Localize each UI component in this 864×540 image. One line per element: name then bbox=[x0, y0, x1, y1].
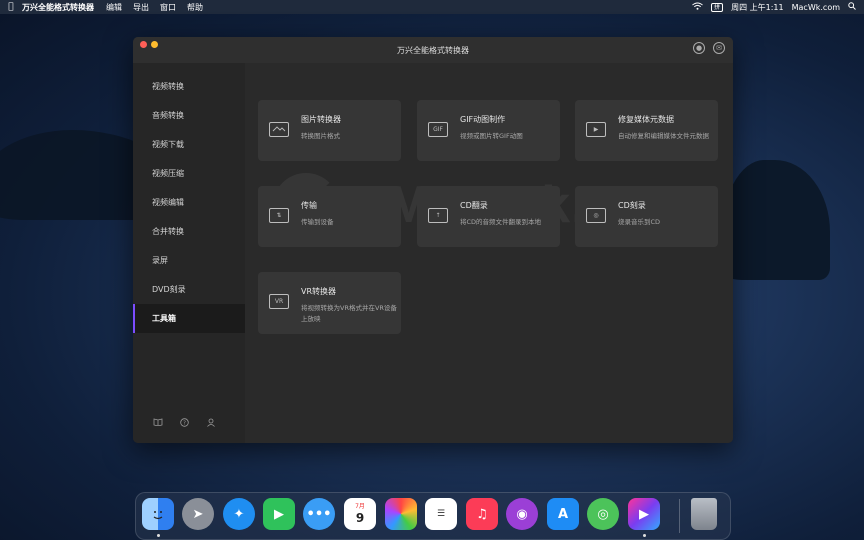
title-bar: 万兴全能格式转换器 ● ✉ bbox=[133, 37, 733, 63]
sidebar-item-video-compress[interactable]: 视频压缩 bbox=[133, 159, 245, 188]
menu-help[interactable]: 帮助 bbox=[187, 2, 203, 13]
sidebar: 视频转换 音频转换 视频下载 视频压缩 视频编辑 合并转换 录屏 DVD刻录 工… bbox=[133, 63, 246, 443]
tool-desc: 烧录音乐到CD bbox=[618, 218, 661, 226]
metadata-icon: ▶ bbox=[586, 122, 606, 137]
finder-icon[interactable] bbox=[142, 498, 174, 530]
sidebar-item-video-convert[interactable]: 视频转换 bbox=[133, 72, 245, 101]
sidebar-footer: ? bbox=[153, 418, 216, 429]
sidebar-item-screen-record[interactable]: 录屏 bbox=[133, 246, 245, 275]
tool-card-gif-maker[interactable]: GIF GIF动图制作 视频或图片转GIF动图 bbox=[417, 100, 560, 161]
messages-icon[interactable]: ••• bbox=[303, 498, 335, 530]
clock[interactable]: 周四 上午1:11 bbox=[731, 2, 784, 13]
safari-icon[interactable]: ✦ bbox=[223, 498, 255, 530]
sidebar-item-video-edit[interactable]: 视频编辑 bbox=[133, 188, 245, 217]
tool-desc: 转换图片格式 bbox=[301, 132, 340, 140]
tool-desc: 视频或图片转GIF动图 bbox=[460, 132, 523, 140]
gif-icon: GIF bbox=[428, 122, 448, 137]
dock-separator bbox=[679, 499, 680, 533]
dock: ➤ ✦ ▶ ••• 7月 9 ☰ ♫ ◉ A ◎ ▶ bbox=[135, 492, 731, 540]
cd-rip-icon: ↑ bbox=[428, 208, 448, 223]
tool-card-fix-metadata[interactable]: ▶ 修复媒体元数据 自动修复和编辑媒体文件元数据 bbox=[575, 100, 718, 161]
apple-menu-icon[interactable]:  bbox=[0, 2, 22, 12]
tool-title: GIF动图制作 bbox=[460, 115, 506, 124]
launchpad-icon[interactable]: ➤ bbox=[182, 498, 214, 530]
book-icon[interactable] bbox=[153, 418, 163, 429]
tool-title: CD翻录 bbox=[460, 201, 488, 210]
photos-icon[interactable] bbox=[385, 498, 417, 530]
tool-desc: 传输到设备 bbox=[301, 218, 334, 226]
window-controls bbox=[140, 41, 158, 48]
facetime-icon[interactable]: ▶ bbox=[263, 498, 295, 530]
tool-desc: 将CD的音频文件翻录到本地 bbox=[460, 218, 542, 226]
feedback-icon[interactable]: ✉ bbox=[713, 42, 725, 54]
cd-burn-icon: ◎ bbox=[586, 208, 606, 223]
menu-window[interactable]: 窗口 bbox=[160, 2, 176, 13]
sidebar-item-toolbox[interactable]: 工具箱 bbox=[133, 304, 245, 333]
tool-title: 修复媒体元数据 bbox=[618, 115, 674, 124]
vr-icon: VR bbox=[269, 294, 289, 309]
toolbox-panel: MacWk.com 图片转换器 转换图片格式 GIF GIF动图制作 视频或图片… bbox=[245, 63, 733, 443]
close-window-button[interactable] bbox=[140, 41, 147, 48]
wallpaper-island-right bbox=[720, 160, 830, 280]
music-icon[interactable]: ♫ bbox=[466, 498, 498, 530]
calendar-month: 7月 bbox=[355, 502, 365, 510]
image-convert-icon bbox=[269, 122, 289, 137]
running-indicator bbox=[157, 534, 160, 537]
search-icon[interactable] bbox=[848, 2, 856, 12]
tool-title: 传输 bbox=[301, 201, 317, 210]
menubar-site-label: MacWk.com bbox=[791, 2, 840, 12]
uniconverter-icon[interactable]: ▶ bbox=[628, 498, 660, 530]
maps-icon[interactable]: ◎ bbox=[587, 498, 619, 530]
help-icon[interactable]: ? bbox=[180, 418, 189, 429]
tool-card-image-converter[interactable]: 图片转换器 转换图片格式 bbox=[258, 100, 401, 161]
tool-title: CD刻录 bbox=[618, 201, 646, 210]
calendar-day: 9 bbox=[355, 510, 365, 525]
reminders-icon[interactable]: ☰ bbox=[425, 498, 457, 530]
tool-desc: 将视频转换为VR格式并在VR设备上放映 bbox=[301, 304, 397, 323]
transfer-icon: ⇅ bbox=[269, 208, 289, 223]
trash-icon[interactable] bbox=[691, 498, 717, 530]
wifi-icon[interactable] bbox=[692, 2, 703, 12]
menu-export[interactable]: 导出 bbox=[133, 2, 149, 13]
calendar-icon[interactable]: 7月 9 bbox=[344, 498, 376, 530]
app-store-icon[interactable]: A bbox=[547, 498, 579, 530]
menu-bar:  万兴全能格式转换器 编辑 导出 窗口 帮助 拼 周四 上午1:11 MacW… bbox=[0, 0, 864, 14]
tool-title: 图片转换器 bbox=[301, 115, 341, 124]
tool-card-transfer[interactable]: ⇅ 传输 传输到设备 bbox=[258, 186, 401, 247]
account-icon[interactable]: ● bbox=[693, 42, 705, 54]
running-indicator bbox=[643, 534, 646, 537]
input-method-icon[interactable]: 拼 bbox=[711, 2, 724, 12]
app-window: 万兴全能格式转换器 ● ✉ 视频转换 音频转换 视频下载 视频压缩 视频编辑 合… bbox=[133, 37, 733, 443]
sidebar-item-video-download[interactable]: 视频下载 bbox=[133, 130, 245, 159]
sidebar-item-audio-convert[interactable]: 音频转换 bbox=[133, 101, 245, 130]
tool-title: VR转换器 bbox=[301, 287, 337, 296]
sidebar-item-merge[interactable]: 合并转换 bbox=[133, 217, 245, 246]
title-bar-actions: ● ✉ bbox=[693, 42, 725, 54]
svg-text:?: ? bbox=[183, 421, 186, 427]
tool-desc: 自动修复和编辑媒体文件元数据 bbox=[618, 132, 709, 140]
sidebar-item-dvd-burn[interactable]: DVD刻录 bbox=[133, 275, 245, 304]
podcasts-icon[interactable]: ◉ bbox=[506, 498, 538, 530]
menubar-status-area: 拼 周四 上午1:11 MacWk.com bbox=[692, 2, 864, 13]
tool-card-vr-converter[interactable]: VR VR转换器 将视频转换为VR格式并在VR设备上放映 bbox=[258, 272, 401, 334]
users-icon[interactable] bbox=[206, 418, 216, 429]
tool-card-cd-rip[interactable]: ↑ CD翻录 将CD的音频文件翻录到本地 bbox=[417, 186, 560, 247]
menu-app-name[interactable]: 万兴全能格式转换器 bbox=[22, 2, 94, 13]
menu-edit[interactable]: 编辑 bbox=[106, 2, 122, 13]
window-title: 万兴全能格式转换器 bbox=[397, 45, 469, 55]
tool-card-cd-burn[interactable]: ◎ CD刻录 烧录音乐到CD bbox=[575, 186, 718, 247]
minimize-window-button[interactable] bbox=[151, 41, 158, 48]
